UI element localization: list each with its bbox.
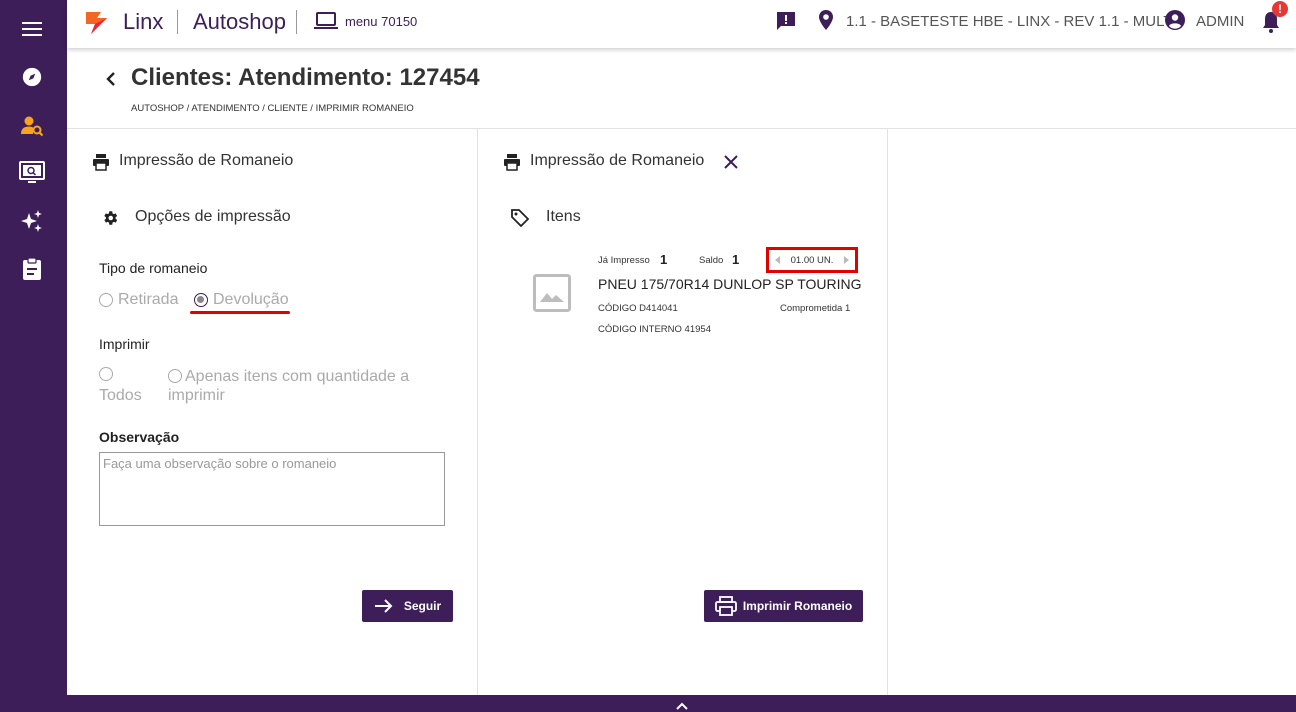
item-comprometida: Comprometida 1: [780, 303, 851, 314]
radio-apenas-itens[interactable]: Apenas itens com quantidade a imprimir: [168, 367, 438, 405]
item-codigo: CÓDIGO D414041: [598, 303, 678, 314]
saldo-value: 1: [732, 252, 740, 267]
breadcrumb: AUTOSHOP / ATENDIMENTO / CLIENTE / IMPRI…: [131, 103, 414, 114]
radio-retirada[interactable]: Retirada: [99, 291, 178, 309]
seguir-button-label: Seguir: [403, 599, 442, 613]
seguir-button[interactable]: Seguir: [362, 590, 453, 622]
close-icon[interactable]: [723, 154, 739, 175]
column-divider: [887, 129, 888, 695]
column-divider: [477, 129, 478, 695]
divider: [296, 10, 297, 34]
divider: [67, 128, 1296, 129]
feedback-icon[interactable]: [775, 10, 797, 37]
location-pin-icon[interactable]: [818, 9, 834, 36]
radio-circle[interactable]: [99, 367, 113, 381]
monitor-search-icon[interactable]: [18, 159, 46, 187]
client-search-icon[interactable]: [18, 112, 46, 140]
radio-devolucao[interactable]: Devolução: [194, 291, 289, 309]
saldo-label: Saldo: [699, 255, 724, 266]
clipboard-icon[interactable]: [18, 255, 46, 283]
product-name: Autoshop: [193, 9, 286, 34]
decrement-arrow-icon[interactable]: [775, 256, 780, 264]
observacao-label: Observação: [99, 429, 180, 445]
item-name: PNEU 175/70R14 DUNLOP SP TOURING: [598, 276, 862, 292]
left-panel-title: Impressão de Romaneio: [119, 152, 294, 169]
ja-impresso-label: Já Impresso: [598, 255, 650, 266]
notification-badge: !: [1272, 1, 1288, 17]
radio-circle[interactable]: [168, 369, 182, 383]
top-bar: Linx Autoshop menu 70150 1.1 - BASETESTE…: [67, 0, 1296, 48]
print-options-title: Opções de impressão: [135, 208, 291, 225]
chevron-up-icon[interactable]: [675, 698, 689, 712]
ja-impresso-value: 1: [660, 252, 668, 267]
radio-todos-label: Todos: [99, 387, 142, 404]
observacao-textarea[interactable]: [99, 452, 445, 526]
location-selector[interactable]: 1.1 - BASETESTE HBE - LINX - REV 1.1 - M…: [846, 13, 1172, 30]
itens-title: Itens: [546, 208, 581, 225]
tag-icon: [510, 208, 530, 233]
quantity-value: 01.00 UN.: [790, 254, 834, 266]
radio-circle-selected[interactable]: [194, 293, 208, 307]
laptop-icon: [314, 11, 338, 36]
imprimir-label: Imprimir: [99, 336, 150, 352]
radio-retirada-label: Retirada: [118, 291, 179, 308]
user-name[interactable]: ADMIN: [1196, 13, 1244, 30]
item-codigo-interno: CÓDIGO INTERNO 41954: [598, 324, 711, 335]
printer-icon: [714, 596, 737, 616]
gear-icon: [101, 209, 119, 232]
brand-name: Linx: [123, 9, 164, 34]
printer-icon: [503, 153, 521, 176]
back-arrow-icon[interactable]: [101, 69, 121, 89]
arrow-right-icon: [374, 599, 393, 613]
imprimir-romaneio-button[interactable]: Imprimir Romaneio: [704, 590, 863, 622]
divider: [177, 10, 178, 34]
tipo-romaneio-label: Tipo de romaneio: [99, 260, 208, 276]
increment-arrow-icon[interactable]: [844, 256, 849, 264]
image-placeholder-icon: [533, 274, 571, 312]
imprimir-romaneio-label: Imprimir Romaneio: [742, 599, 853, 613]
radio-apenas-itens-label: Apenas itens com quantidade a imprimir: [168, 368, 410, 404]
menu-label: menu 70150: [345, 14, 418, 29]
page-title: Clientes: Atendimento: 127454: [131, 64, 480, 91]
quantity-stepper[interactable]: 01.00 UN.: [766, 247, 858, 273]
middle-panel-title: Impressão de Romaneio: [530, 152, 705, 169]
user-avatar-icon[interactable]: [1164, 9, 1186, 36]
radio-todos[interactable]: Todos: [99, 367, 149, 405]
compass-icon[interactable]: [18, 63, 46, 91]
radio-circle[interactable]: [99, 293, 113, 307]
sparkles-icon[interactable]: [18, 207, 46, 235]
sidebar: [0, 0, 67, 712]
linx-logo-icon: [83, 8, 111, 36]
hamburger-menu-icon[interactable]: [18, 15, 46, 43]
radio-devolucao-label: Devolução: [213, 291, 289, 308]
printer-icon: [92, 153, 110, 176]
highlight-underline: [190, 311, 290, 314]
